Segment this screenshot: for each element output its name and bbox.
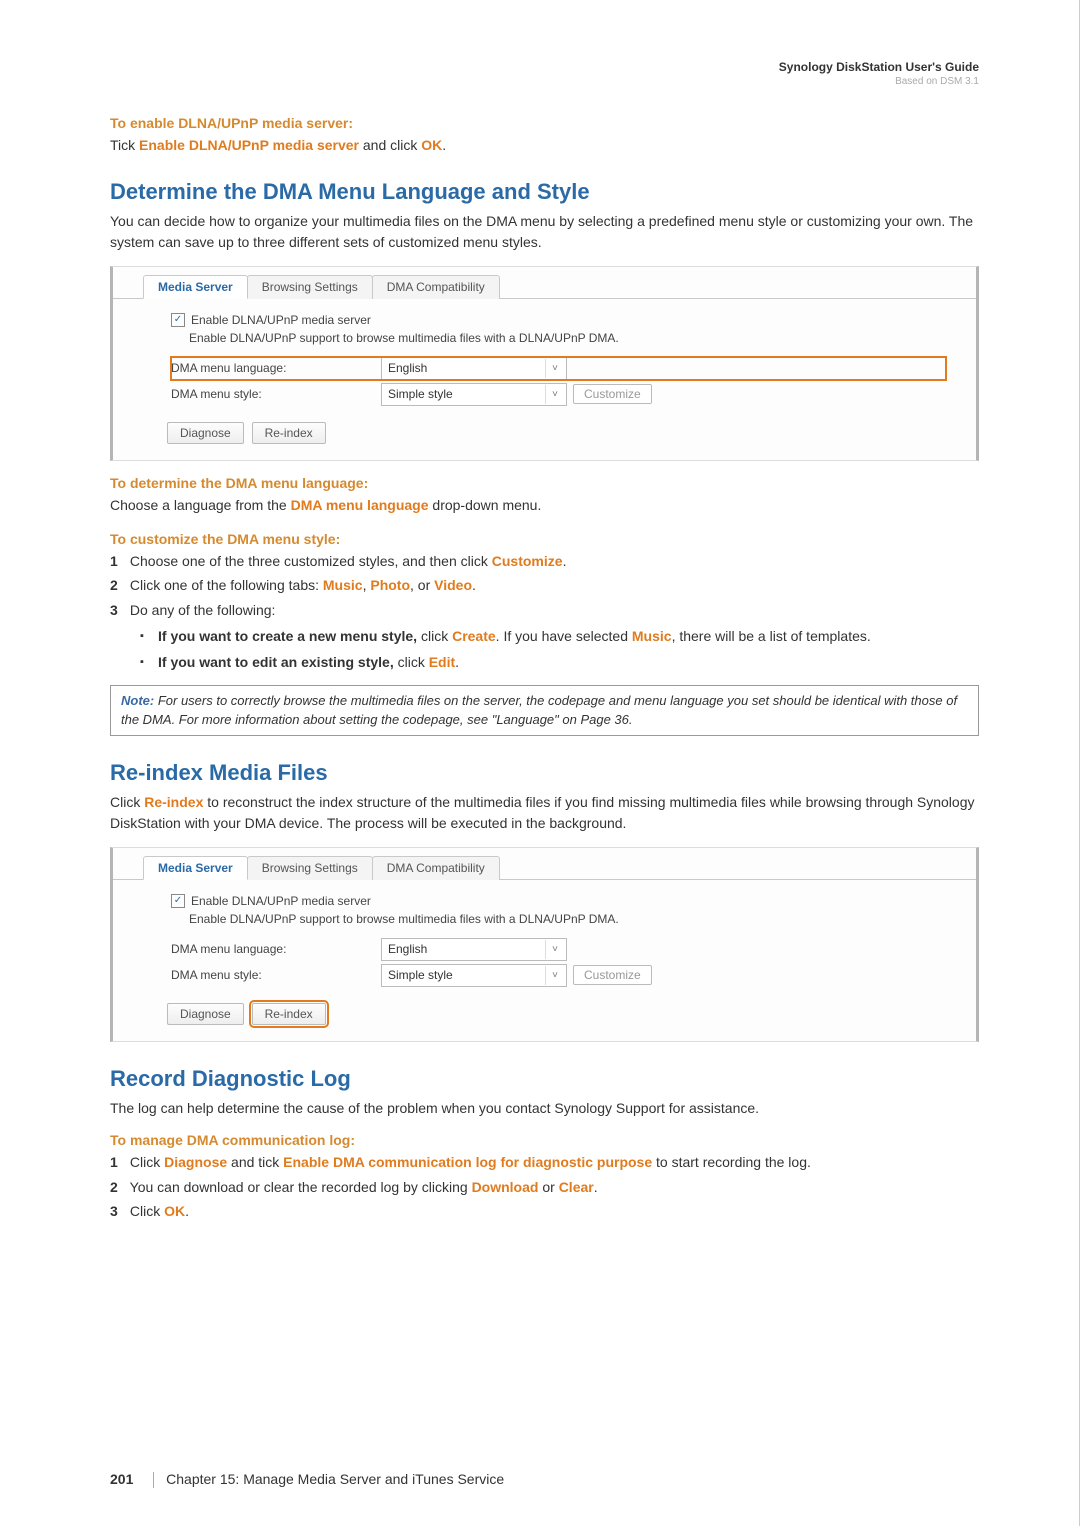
customize-steps: 1 Choose one of the three customized sty… xyxy=(110,551,979,672)
bottom-buttons: Diagnose Re-index xyxy=(167,422,946,444)
chevron-down-icon[interactable]: ˅ xyxy=(545,940,564,959)
tab-dma-compatibility[interactable]: DMA Compatibility xyxy=(372,856,500,880)
reindex-button-highlighted[interactable]: Re-index xyxy=(252,1003,326,1025)
sub-bullets: If you want to create a new menu style, … xyxy=(140,626,979,673)
page-footer: 201 Chapter 15: Manage Media Server and … xyxy=(110,1471,504,1488)
tab-dma-compatibility[interactable]: DMA Compatibility xyxy=(372,275,500,299)
checkbox-label: Enable DLNA/UPnP media server xyxy=(191,313,371,327)
style-value: Simple style xyxy=(388,968,453,982)
customize-button[interactable]: Customize xyxy=(573,384,652,404)
tab-media-server[interactable]: Media Server xyxy=(143,275,248,299)
enable-checkbox-row[interactable]: ✓ Enable DLNA/UPnP media server xyxy=(171,313,946,327)
chevron-down-icon[interactable]: ˅ xyxy=(545,966,564,985)
lang-value: English xyxy=(388,942,427,956)
checkbox-desc: Enable DLNA/UPnP support to browse multi… xyxy=(189,912,946,926)
tabs-row-2: Media Server Browsing Settings DMA Compa… xyxy=(113,848,976,880)
reindex-para: Click Re-index to reconstruct the index … xyxy=(110,792,979,833)
lang-select[interactable]: English ˅ xyxy=(381,938,567,961)
style-label: DMA menu style: xyxy=(171,387,381,401)
determine-heading: Determine the DMA Menu Language and Styl… xyxy=(110,179,979,205)
checkbox-icon[interactable]: ✓ xyxy=(171,313,185,327)
tab-media-server[interactable]: Media Server xyxy=(143,856,248,880)
tabs-row: Media Server Browsing Settings DMA Compa… xyxy=(113,267,976,299)
chevron-down-icon[interactable]: ˅ xyxy=(545,359,564,378)
checkbox-label: Enable DLNA/UPnP media server xyxy=(191,894,371,908)
enable-line: Tick Enable DLNA/UPnP media server and c… xyxy=(110,135,979,155)
determine-line1: Choose a language from the DMA menu lang… xyxy=(110,495,979,515)
diag-sub: To manage DMA communication log: xyxy=(110,1132,979,1148)
reindex-heading: Re-index Media Files xyxy=(110,760,979,786)
style-select[interactable]: Simple style ˅ xyxy=(381,964,567,987)
style-select[interactable]: Simple style ˅ xyxy=(381,383,567,406)
ui-panel-2: Media Server Browsing Settings DMA Compa… xyxy=(110,847,979,1042)
ui-panel-1: Media Server Browsing Settings DMA Compa… xyxy=(110,266,979,461)
determine-sub2: To customize the DMA menu style: xyxy=(110,531,979,547)
lang-value: English xyxy=(388,361,427,375)
style-value: Simple style xyxy=(388,387,453,401)
checkbox-desc: Enable DLNA/UPnP support to browse multi… xyxy=(189,331,946,345)
diagnose-button[interactable]: Diagnose xyxy=(167,422,244,444)
lang-row-highlighted: DMA menu language: English ˅ xyxy=(171,357,946,380)
lang-label: DMA menu language: xyxy=(171,361,381,375)
diag-heading: Record Diagnostic Log xyxy=(110,1066,979,1092)
diag-steps: 1 Click Diagnose and tick Enable DMA com… xyxy=(110,1152,979,1221)
header-subtitle: Based on DSM 3.1 xyxy=(110,76,979,87)
enable-subheading: To enable DLNA/UPnP media server: xyxy=(110,115,979,131)
style-row: DMA menu style: Simple style ˅ Customize xyxy=(171,383,946,406)
note-label: Note: xyxy=(121,693,154,708)
lang-select[interactable]: English ˅ xyxy=(381,357,567,380)
enable-bold-link: Enable DLNA/UPnP media server xyxy=(139,137,359,153)
diagnose-button[interactable]: Diagnose xyxy=(167,1003,244,1025)
bottom-buttons-2: Diagnose Re-index xyxy=(167,1003,946,1025)
enable-checkbox-row[interactable]: ✓ Enable DLNA/UPnP media server xyxy=(171,894,946,908)
reindex-button[interactable]: Re-index xyxy=(252,422,326,444)
lang-row: DMA menu language: English ˅ xyxy=(171,938,946,961)
chevron-down-icon[interactable]: ˅ xyxy=(545,385,564,404)
tab-browsing-settings[interactable]: Browsing Settings xyxy=(247,856,373,880)
customize-button[interactable]: Customize xyxy=(573,965,652,985)
lang-label: DMA menu language: xyxy=(171,942,381,956)
header-title: Synology DiskStation User's Guide xyxy=(110,60,979,74)
ok-bold: OK xyxy=(421,137,442,153)
note-text: For users to correctly browse the multim… xyxy=(121,693,957,727)
document-page: Synology DiskStation User's Guide Based … xyxy=(0,0,1080,1526)
chapter-label: Chapter 15: Manage Media Server and iTun… xyxy=(166,1471,504,1487)
page-header: Synology DiskStation User's Guide Based … xyxy=(110,60,979,87)
tab-browsing-settings[interactable]: Browsing Settings xyxy=(247,275,373,299)
checkbox-icon[interactable]: ✓ xyxy=(171,894,185,908)
determine-sub1: To determine the DMA menu language: xyxy=(110,475,979,491)
determine-para: You can decide how to organize your mult… xyxy=(110,211,979,252)
note-box: Note: For users to correctly browse the … xyxy=(110,685,979,737)
page-number: 201 xyxy=(110,1471,133,1487)
diag-para: The log can help determine the cause of … xyxy=(110,1098,979,1118)
style-row: DMA menu style: Simple style ˅ Customize xyxy=(171,964,946,987)
style-label: DMA menu style: xyxy=(171,968,381,982)
